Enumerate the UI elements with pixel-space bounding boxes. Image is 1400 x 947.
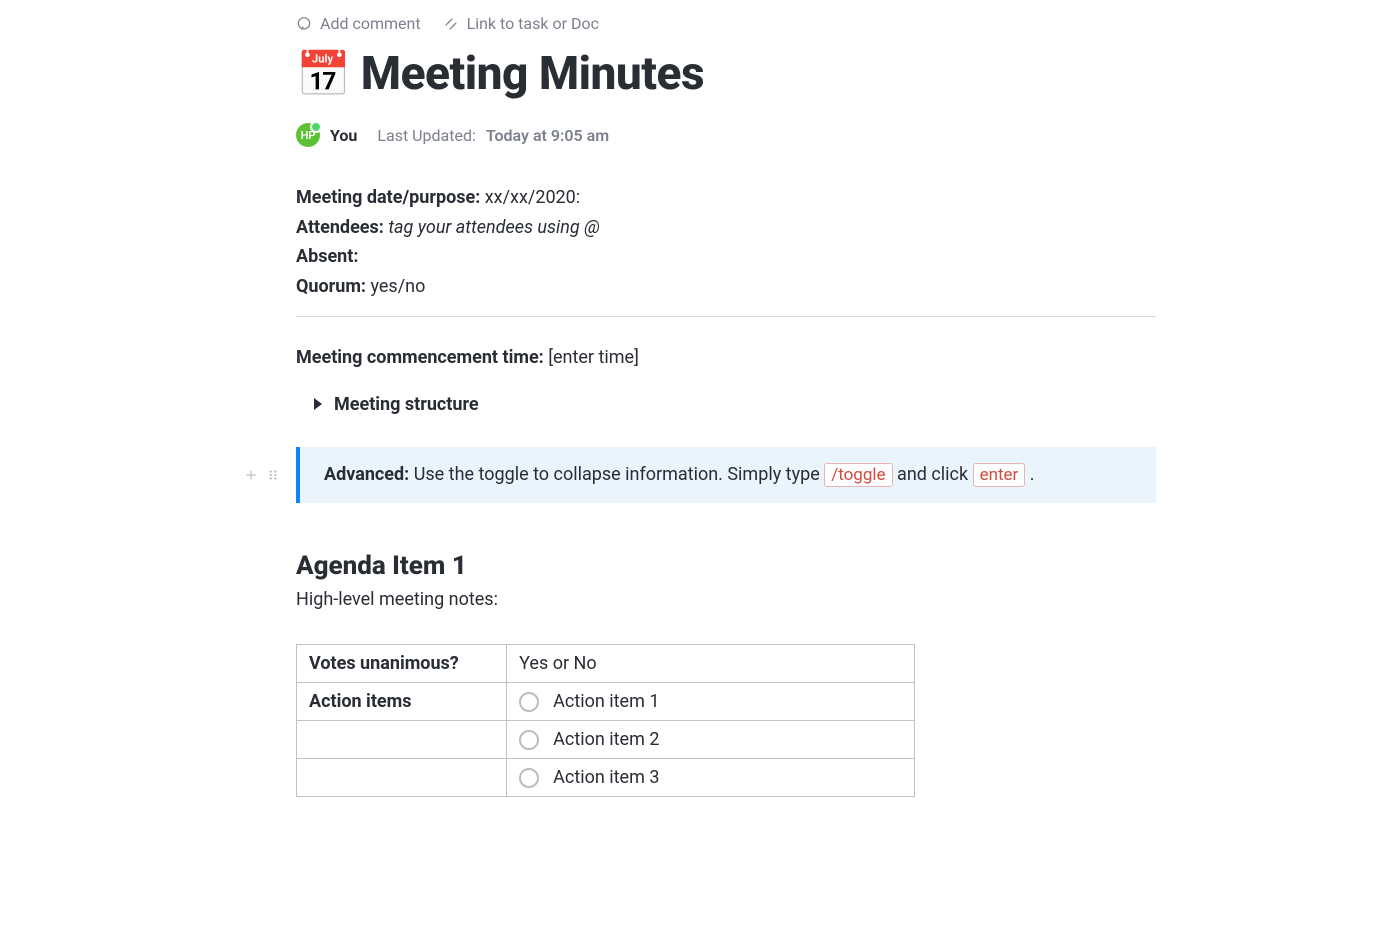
block-handles[interactable] (244, 468, 280, 482)
calendar-emoji-icon: 📅 (296, 52, 351, 96)
triangle-right-icon (314, 398, 322, 410)
meeting-date-label: Meeting date/purpose: (296, 187, 480, 208)
toggle-meeting-structure[interactable]: Meeting structure (314, 394, 1156, 415)
last-updated-label: Last Updated: (377, 126, 475, 145)
top-actions-bar: Add comment Link to task or Doc (296, 14, 1156, 33)
callout-strong: Advanced: (324, 464, 409, 485)
link-icon (443, 16, 459, 32)
action-item-text: Action item 3 (553, 767, 659, 788)
plus-icon[interactable] (244, 468, 258, 482)
agenda-heading[interactable]: Agenda Item 1 (296, 551, 1156, 581)
drag-handle-icon[interactable] (266, 468, 280, 482)
meeting-date-value: xx/xx/2020: (485, 187, 580, 208)
table-row: Action items Action item 1 (297, 683, 915, 721)
checkbox-icon[interactable] (519, 692, 539, 712)
commencement-line[interactable]: Meeting commencement time: [enter time] (296, 347, 1156, 368)
action-item-text: Action item 1 (553, 691, 659, 712)
author-name: You (330, 126, 357, 145)
attendees-label: Attendees: (296, 217, 384, 238)
info-quorum: Quorum: yes/no (296, 272, 1156, 302)
action-item-cell[interactable]: Action item 2 (507, 721, 915, 759)
comment-icon (296, 16, 312, 32)
callout-block[interactable]: Advanced: Use the toggle to collapse inf… (296, 447, 1156, 503)
attendees-value: tag your attendees using @ (388, 217, 600, 238)
absent-label: Absent: (296, 246, 358, 267)
votes-label[interactable]: Votes unanimous? (297, 645, 507, 683)
callout-content: Advanced: Use the toggle to collapse inf… (296, 447, 1156, 503)
callout-text-1: Use the toggle to collapse information. … (409, 464, 824, 485)
kbd-enter: enter (973, 463, 1026, 487)
quorum-value: yes/no (370, 276, 425, 297)
empty-cell[interactable] (297, 759, 507, 797)
kbd-toggle: /toggle (824, 463, 892, 487)
checkbox-icon[interactable] (519, 768, 539, 788)
avatar[interactable]: HP (296, 123, 320, 147)
toggle-heading-label: Meeting structure (334, 394, 479, 415)
table-row: Votes unanimous? Yes or No (297, 645, 915, 683)
empty-cell[interactable] (297, 721, 507, 759)
info-block[interactable]: Meeting date/purpose: xx/xx/2020: Attend… (296, 183, 1156, 302)
action-items-label[interactable]: Action items (297, 683, 507, 721)
votes-value[interactable]: Yes or No (507, 645, 915, 683)
divider (296, 316, 1156, 317)
callout-text-3: . (1025, 464, 1034, 485)
commencement-value: [enter time] (548, 347, 639, 368)
info-attendees: Attendees: tag your attendees using @ (296, 213, 1156, 243)
checkbox-icon[interactable] (519, 730, 539, 750)
table-row: Action item 3 (297, 759, 915, 797)
link-task-label: Link to task or Doc (467, 14, 599, 33)
agenda-table[interactable]: Votes unanimous? Yes or No Action items … (296, 644, 915, 797)
last-updated-value: Today at 9:05 am (486, 126, 609, 145)
callout-text-2: and click (893, 464, 973, 485)
table-row: Action item 2 (297, 721, 915, 759)
info-absent: Absent: (296, 242, 1156, 272)
page-title[interactable]: Meeting Minutes (361, 47, 704, 101)
meta-row: HP You Last Updated: Today at 9:05 am (296, 123, 1156, 147)
agenda-subtext[interactable]: High-level meeting notes: (296, 589, 1156, 610)
action-item-cell[interactable]: Action item 3 (507, 759, 915, 797)
add-comment-label: Add comment (320, 14, 421, 33)
link-task-button[interactable]: Link to task or Doc (443, 14, 599, 33)
quorum-label: Quorum: (296, 276, 366, 297)
title-row: 📅 Meeting Minutes (296, 47, 1156, 101)
action-item-cell[interactable]: Action item 1 (507, 683, 915, 721)
commencement-label: Meeting commencement time: (296, 347, 544, 368)
action-item-text: Action item 2 (553, 729, 659, 750)
add-comment-button[interactable]: Add comment (296, 14, 421, 33)
info-meeting-date: Meeting date/purpose: xx/xx/2020: (296, 183, 1156, 213)
